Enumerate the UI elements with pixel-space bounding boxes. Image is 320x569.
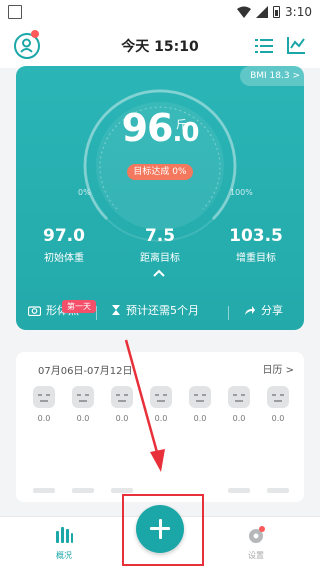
face-icon	[33, 386, 55, 408]
stat-value: 97.0	[43, 226, 85, 246]
current-weight: 96.0	[16, 106, 304, 150]
face-icon	[72, 386, 94, 408]
stat-value: 7.5	[144, 226, 176, 246]
day-value: 0.0	[76, 414, 90, 423]
battery-icon	[273, 6, 281, 18]
day-item[interactable]: 0.0	[147, 386, 175, 423]
app-screen: 3:10 今天 15:10 BMI 18.3 > 96.0 斤 目标达成 0% …	[0, 0, 320, 569]
gear-icon	[249, 526, 265, 543]
face-icon	[228, 386, 250, 408]
stat-distance-to-goal: 7.5 距离目标	[112, 226, 208, 264]
status-bar: 3:10	[0, 0, 320, 24]
share-label: 分享	[261, 304, 283, 317]
stat-value: 103.5	[229, 226, 283, 246]
gauge-end-label: 100%	[230, 188, 253, 197]
day-value: 0.0	[193, 414, 207, 423]
day-list: 0.0 0.0 0.0 0.0 0.0 0.0 0.0	[30, 386, 300, 456]
stat-initial-weight: 97.0 初始体重	[16, 226, 112, 264]
day-value: 0.0	[271, 414, 285, 423]
day-item[interactable]: 0.0	[108, 386, 136, 423]
signal-icon	[256, 6, 269, 18]
day-value: 0.0	[232, 414, 246, 423]
bmi-button[interactable]: BMI 18.3 >	[240, 66, 304, 86]
chevron-up-icon[interactable]	[152, 268, 166, 278]
weight-summary-card: BMI 18.3 > 96.0 斤 目标达成 0% 0% 100% 97.0 初…	[16, 66, 304, 330]
share-button[interactable]: 分享	[244, 302, 283, 318]
date-range: 07月06日-07月12日	[38, 366, 133, 377]
tab-overview[interactable]: 概况	[34, 525, 94, 561]
divider	[96, 306, 97, 320]
notification-icon	[8, 5, 22, 19]
weekly-calendar-card: 07月06日-07月12日 日历 > 0.0 0.0 0.0 0.0 0.0 0…	[16, 352, 304, 502]
day-value: 0.0	[115, 414, 129, 423]
trend-chart-icon[interactable]	[286, 35, 306, 55]
day-item[interactable]: 0.0	[30, 386, 58, 423]
status-time: 3:10	[285, 5, 312, 19]
day-bar	[72, 488, 94, 493]
day-bar	[228, 488, 250, 493]
weight-stats: 97.0 初始体重 7.5 距离目标 103.5 增重目标	[16, 226, 304, 266]
bar-chart-icon	[56, 527, 73, 543]
app-header: 今天 15:10	[0, 24, 320, 68]
day-item[interactable]: 0.0	[225, 386, 253, 423]
list-icon[interactable]	[254, 36, 274, 56]
day-item[interactable]: 0.0	[69, 386, 97, 423]
day-bar	[111, 488, 133, 493]
day-bar	[33, 488, 55, 493]
divider	[228, 306, 229, 320]
calendar-link[interactable]: 日历 >	[262, 361, 294, 376]
highlight-box	[122, 494, 204, 566]
day-value: 0.0	[154, 414, 168, 423]
tab-overview-label: 概况	[56, 551, 72, 560]
estimate-button[interactable]: 预计还需5个月	[111, 302, 199, 318]
first-day-badge: 第一天	[62, 300, 96, 313]
goal-progress-badge: 目标达成 0%	[127, 164, 193, 180]
weight-unit: 斤	[176, 118, 187, 131]
day-bar	[267, 488, 289, 493]
tab-settings-label: 设置	[248, 551, 264, 560]
face-icon	[189, 386, 211, 408]
stat-label: 初始体重	[44, 253, 84, 264]
day-item[interactable]: 0.0	[186, 386, 214, 423]
gauge-start-label: 0%	[78, 188, 91, 197]
day-item[interactable]: 0.0	[264, 386, 292, 423]
stat-gain-target: 103.5 增重目标	[208, 226, 304, 264]
face-icon	[150, 386, 172, 408]
day-value: 0.0	[37, 414, 51, 423]
face-icon	[111, 386, 133, 408]
share-icon	[245, 305, 255, 315]
hourglass-icon	[112, 305, 120, 315]
weight-integer: 96	[121, 106, 174, 150]
wifi-icon	[237, 6, 252, 18]
estimate-label: 预计还需5个月	[126, 304, 199, 317]
camera-icon	[28, 305, 41, 316]
status-icons: 3:10	[237, 4, 312, 20]
stat-label: 距离目标	[140, 253, 180, 264]
face-icon	[267, 386, 289, 408]
stat-label: 增重目标	[236, 253, 276, 264]
tab-settings[interactable]: 设置	[226, 525, 286, 561]
